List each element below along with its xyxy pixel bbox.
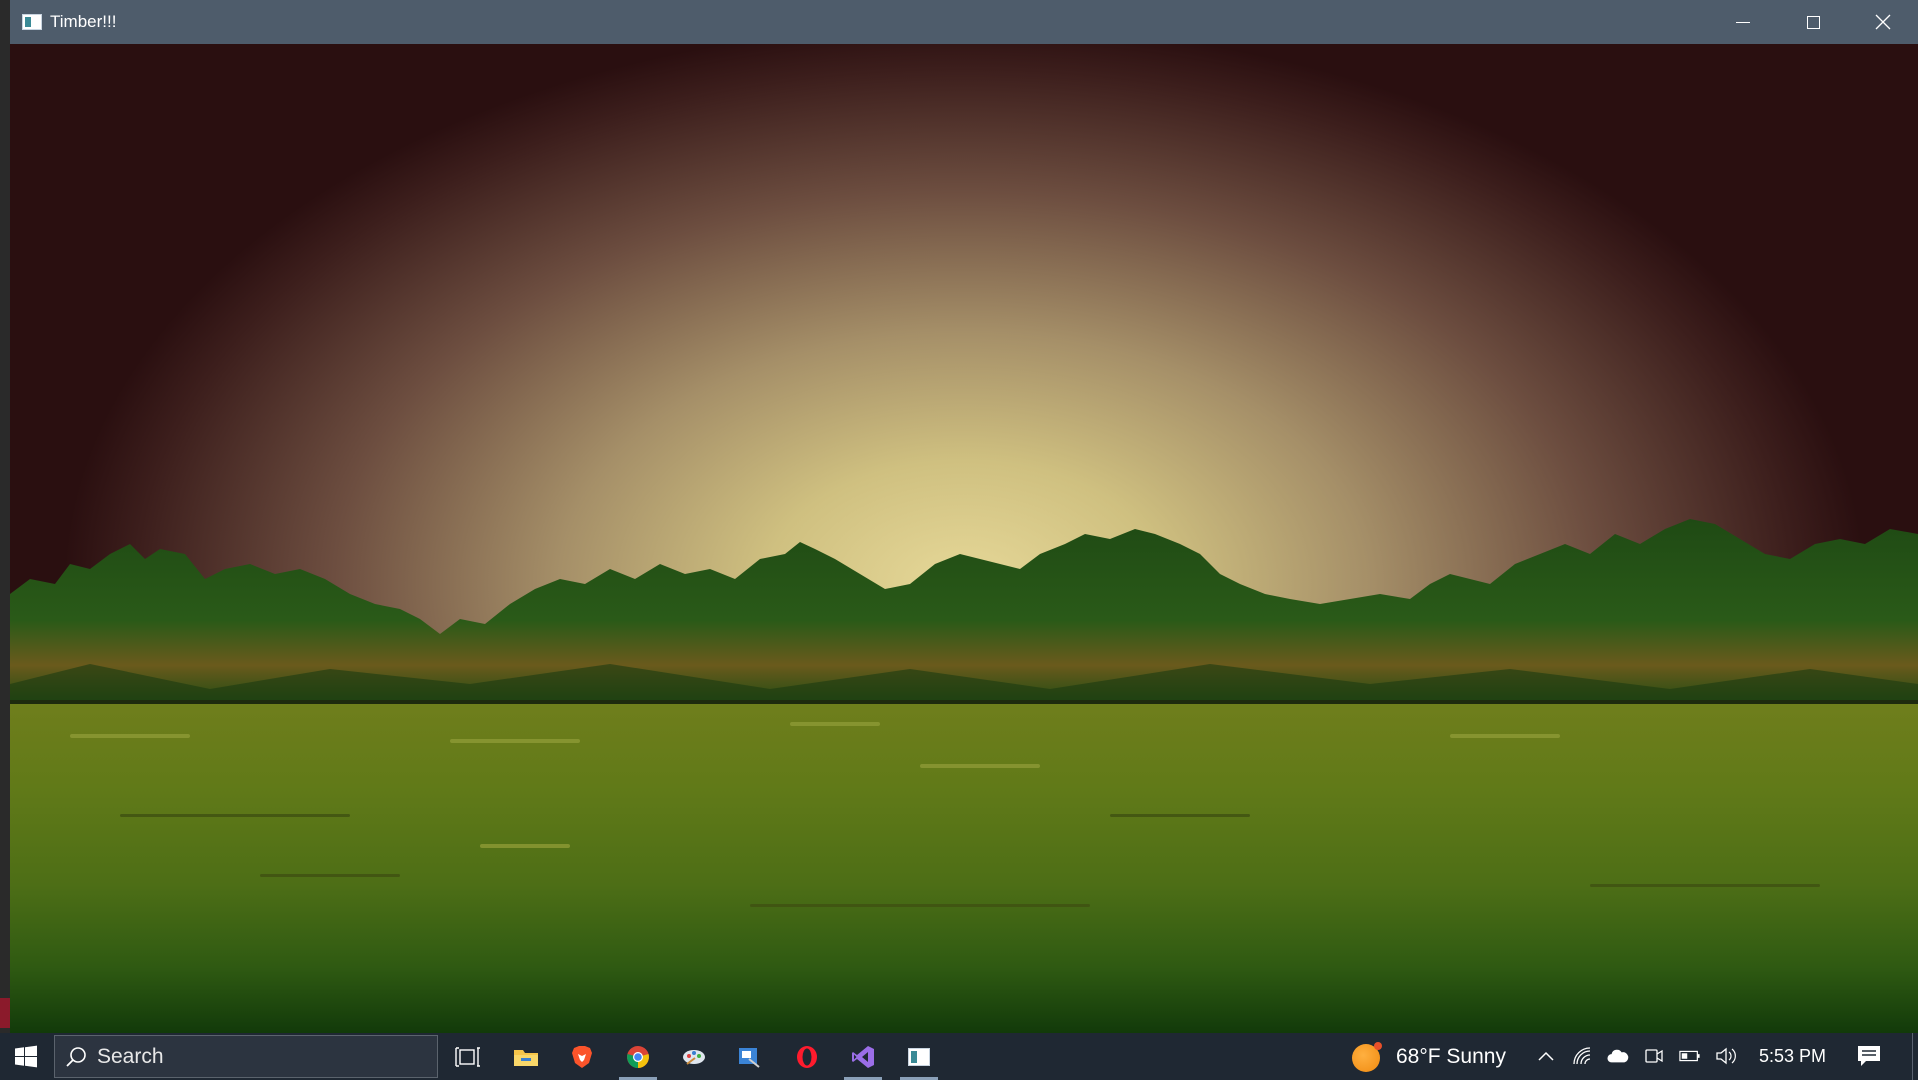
visual-studio-button[interactable] (838, 1033, 888, 1080)
timber-app-button[interactable] (894, 1033, 944, 1080)
maximize-icon (1806, 15, 1820, 29)
show-desktop-button[interactable] (1912, 1033, 1918, 1080)
desktop-icon-fragment (0, 998, 10, 1028)
search-icon (55, 1046, 97, 1068)
window-title: Timber!!! (50, 12, 117, 31)
app-window: Timber!!! (10, 0, 1918, 1033)
app-window-icon (22, 14, 42, 30)
minimize-icon (1736, 21, 1750, 23)
weather-alert-dot (1374, 1042, 1382, 1050)
volume-icon[interactable] (1715, 1045, 1737, 1067)
start-button[interactable] (0, 1033, 52, 1080)
maximize-button[interactable] (1778, 0, 1848, 44)
search-placeholder: Search (97, 1044, 164, 1068)
minimize-button[interactable] (1708, 0, 1778, 44)
close-icon (1875, 14, 1891, 30)
task-view-button[interactable] (443, 1033, 493, 1080)
file-explorer-button[interactable] (501, 1033, 551, 1080)
battery-icon[interactable] (1679, 1045, 1701, 1067)
chrome-button[interactable] (613, 1033, 663, 1080)
file-explorer-icon (514, 1049, 538, 1066)
brave-browser-icon (572, 1045, 592, 1068)
opera-button[interactable] (782, 1033, 832, 1080)
visual-studio-icon (852, 1045, 874, 1068)
onedrive-cloud-icon[interactable] (1607, 1045, 1629, 1067)
desktop-background (0, 0, 10, 1033)
snipping-tool-button[interactable] (724, 1033, 774, 1080)
meet-now-icon[interactable] (1643, 1045, 1665, 1067)
grass-ground (10, 704, 1918, 1033)
timber-app-icon (908, 1047, 930, 1066)
chevron-up-icon[interactable] (1535, 1045, 1557, 1067)
chrome-icon (627, 1045, 649, 1068)
notification-center-icon[interactable] (1856, 1043, 1882, 1069)
game-canvas[interactable] (10, 44, 1918, 1033)
close-button[interactable] (1848, 0, 1918, 44)
wifi-icon[interactable] (1571, 1045, 1593, 1067)
windows-logo-icon (15, 1045, 37, 1067)
search-box[interactable]: Search (54, 1035, 438, 1078)
opera-icon (797, 1045, 817, 1068)
task-view-icon (455, 1046, 480, 1067)
snipping-tool-icon (739, 1047, 760, 1068)
taskbar-clock[interactable]: 5:53 PM (1759, 1046, 1826, 1067)
taskbar: Search 68°F Sunny 5:53 PM (0, 1033, 1918, 1080)
paint-tool-icon (683, 1049, 705, 1065)
weather-widget[interactable]: 68°F Sunny (1396, 1045, 1506, 1069)
title-bar[interactable]: Timber!!! (10, 0, 1918, 44)
paint-app-button[interactable] (669, 1033, 719, 1080)
brave-browser-button[interactable] (557, 1033, 607, 1080)
